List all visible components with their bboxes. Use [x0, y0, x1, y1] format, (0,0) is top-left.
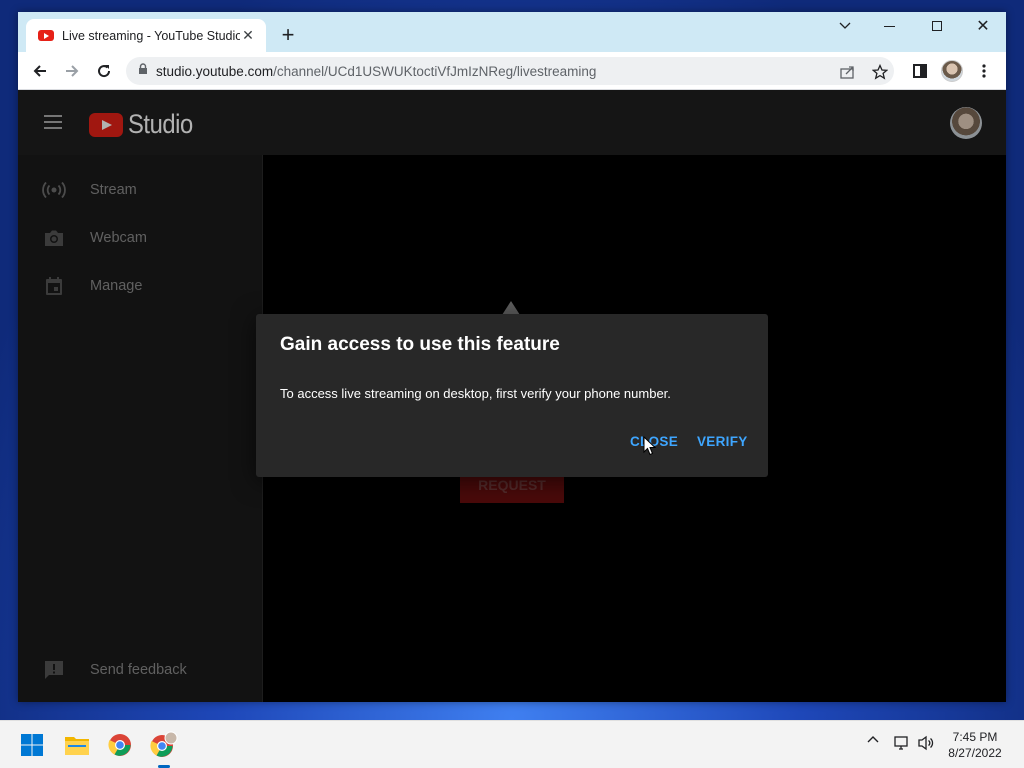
- youtube-favicon-icon: [38, 30, 54, 41]
- back-arrow-icon[interactable]: [28, 59, 52, 83]
- verify-button[interactable]: VERIFY: [697, 434, 748, 449]
- browser-tab[interactable]: Live streaming - YouTube Studio ✕: [26, 19, 266, 52]
- address-bar[interactable]: studio.youtube.com/channel/UCd1USWUKtoct…: [126, 57, 894, 85]
- gain-access-dialog: Gain access to use this feature To acces…: [256, 314, 768, 477]
- show-hidden-icons-chevron-icon[interactable]: [864, 735, 882, 743]
- minimize-button[interactable]: [866, 12, 912, 40]
- tab-close-icon[interactable]: ✕: [240, 27, 256, 44]
- clock-date: 8/27/2022: [948, 746, 1002, 760]
- window-close-button[interactable]: ✕: [960, 12, 1006, 40]
- more-vert-icon[interactable]: [972, 59, 996, 83]
- studio-page: Studio Stream Webcam Manage Send feedbac…: [18, 90, 1006, 702]
- tab-search-chevron-icon[interactable]: [822, 12, 868, 40]
- new-tab-button[interactable]: +: [276, 23, 300, 47]
- clock-time: 7:45 PM: [952, 730, 998, 744]
- volume-icon[interactable]: [916, 735, 936, 751]
- tab-title: Live streaming - YouTube Studio: [62, 28, 240, 43]
- browser-toolbar: studio.youtube.com/channel/UCd1USWUKtoct…: [18, 52, 1006, 90]
- chrome-profile-icon[interactable]: [148, 729, 180, 761]
- share-icon[interactable]: [838, 62, 858, 82]
- side-panel-icon[interactable]: [908, 59, 932, 83]
- reload-icon[interactable]: [92, 59, 116, 83]
- dialog-body: To access live streaming on desktop, fir…: [280, 386, 671, 401]
- lock-icon: [138, 62, 148, 80]
- browser-window: Live streaming - YouTube Studio ✕ + ✕ st…: [18, 12, 1006, 702]
- forward-arrow-icon[interactable]: [60, 59, 84, 83]
- network-icon[interactable]: [892, 735, 912, 751]
- file-explorer-icon[interactable]: [61, 729, 93, 761]
- profile-avatar[interactable]: [940, 59, 964, 83]
- maximize-button[interactable]: [914, 12, 960, 40]
- start-windows-icon[interactable]: [16, 729, 48, 761]
- tab-strip: Live streaming - YouTube Studio ✕ + ✕: [18, 12, 1006, 52]
- dialog-title: Gain access to use this feature: [280, 334, 560, 355]
- system-clock[interactable]: 7:45 PM 8/27/2022: [940, 729, 1010, 761]
- windows-taskbar: 7:45 PM 8/27/2022: [0, 720, 1024, 768]
- chrome-icon[interactable]: [104, 729, 136, 761]
- bookmark-star-icon[interactable]: [870, 62, 890, 82]
- url-text: studio.youtube.com/channel/UCd1USWUKtoct…: [156, 63, 597, 79]
